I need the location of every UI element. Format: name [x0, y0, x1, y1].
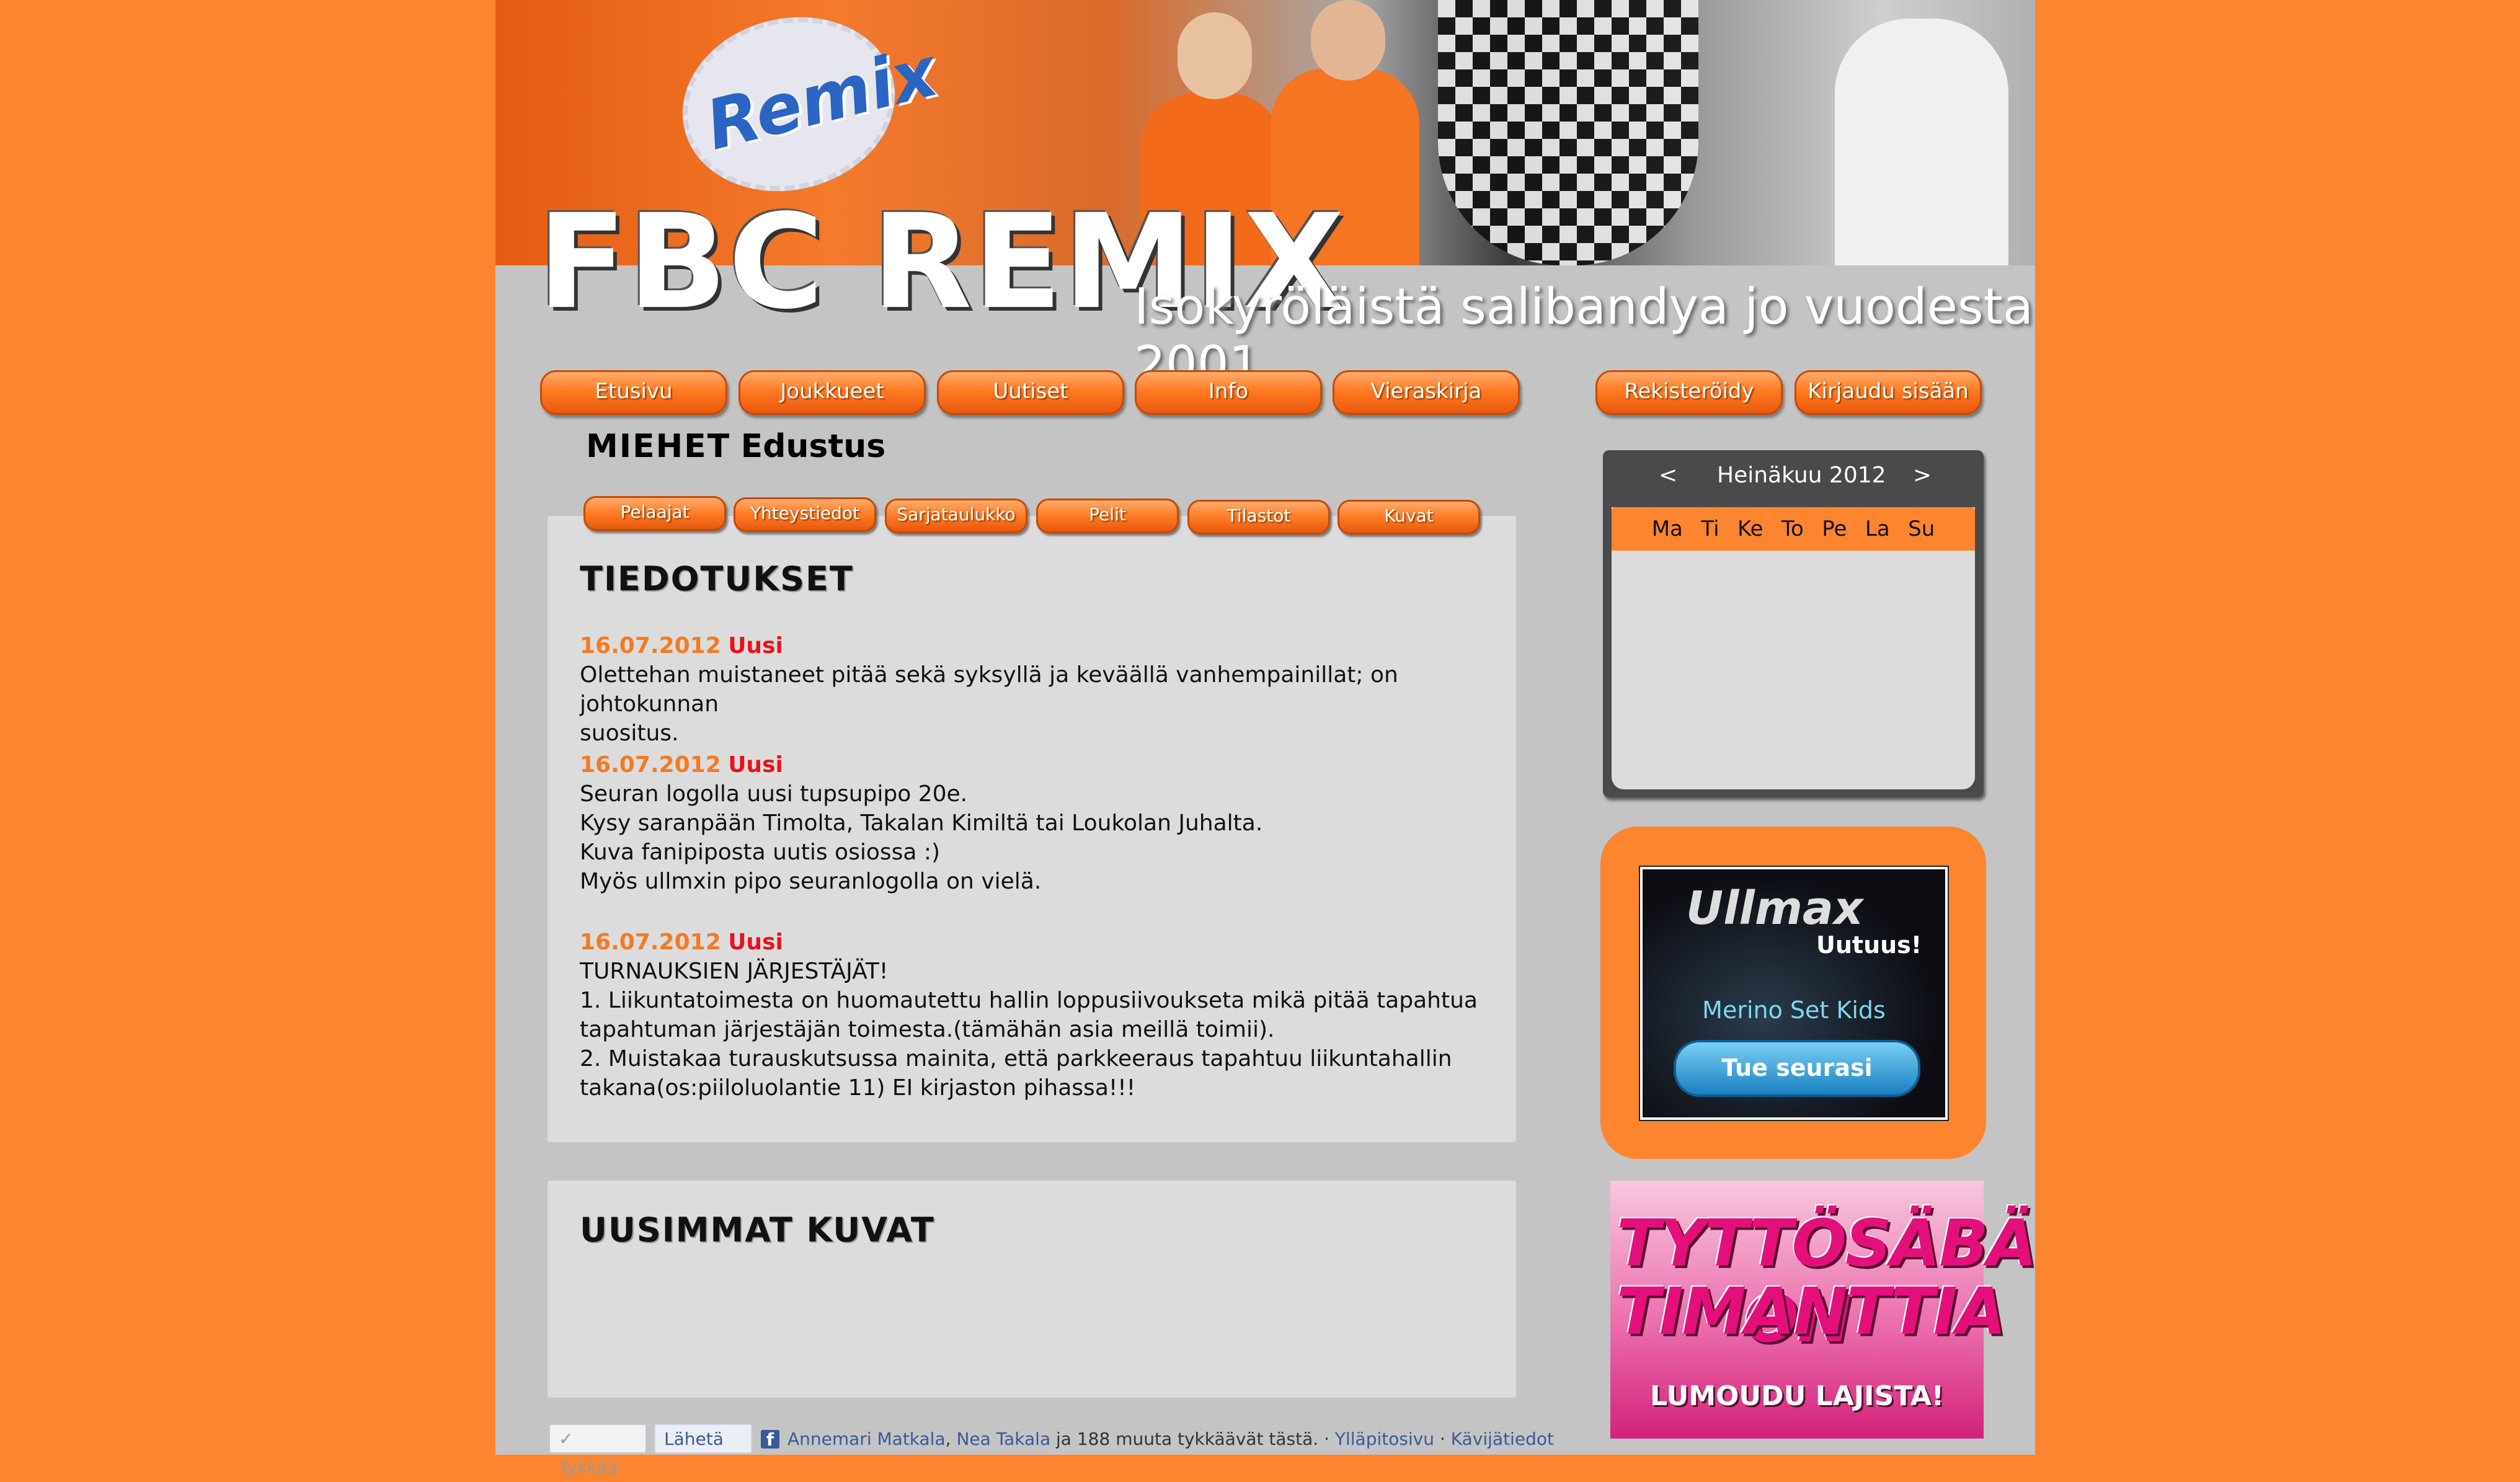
news-new-badge: Uusi [728, 930, 783, 955]
team-name: MIEHET [586, 428, 731, 465]
nav-joukkueet-button[interactable]: Joukkueet [739, 370, 926, 415]
news-line: takana(os:piiloluolantie 11) EI kirjasto… [580, 1075, 1136, 1101]
latest-photos-title: UUSIMMAT KUVAT [580, 1210, 935, 1249]
login-button[interactable]: Kirjaudu sisään [1795, 370, 1982, 415]
announcements-panel: TIEDOTUKSET 16.07.2012 Uusi Olettehan mu… [548, 516, 1516, 1142]
news-line: Kuva fanipiposta uutis osiossa :) [580, 840, 941, 865]
news-item: 16.07.2012 Uusi Seuran logolla uusi tups… [580, 750, 1497, 896]
tab-pelit[interactable]: Pelit [1036, 499, 1179, 533]
weekday-label: Ti [1701, 517, 1719, 541]
weekday-label: To [1781, 517, 1804, 541]
tab-tilastot[interactable]: Tilastot [1187, 500, 1330, 535]
news-line: Seuran logolla uusi tupsupipo 20e. [580, 781, 968, 807]
separator: · [1434, 1429, 1451, 1449]
child-photo [1835, 19, 2008, 265]
weekday-label: Su [1908, 517, 1935, 541]
news-line: suositus. [580, 721, 679, 746]
news-item: 16.07.2012 Uusi Olettehan muistaneet pit… [580, 631, 1497, 748]
facebook-like-button[interactable]: ✓ Tykkää [549, 1424, 647, 1478]
register-button[interactable]: Rekisteröidy [1595, 370, 1783, 415]
news-line: 2. Muistakaa turauskutsussa mainita, ett… [580, 1046, 1452, 1072]
friend-link[interactable]: Annemari Matkala [788, 1429, 946, 1449]
facebook-icon: f [761, 1430, 779, 1450]
ad-headline-line2: TIMANTTIA [1617, 1274, 2006, 1349]
ullmax-product-label: Merino Set Kids [1702, 996, 1886, 1024]
news-date: 16.07.2012 [580, 752, 721, 778]
news-line: Myös ullmxin pipo seuranlogolla on vielä… [580, 869, 1042, 894]
ullmax-ad[interactable]: Ullmax Uutuus! Merino Set Kids Tue seura… [1639, 866, 1949, 1121]
news-meta: 16.07.2012 Uusi [580, 750, 1497, 779]
news-meta: 16.07.2012 Uusi [580, 631, 1497, 660]
ad-tagline: LUMOUDU LAJISTA! [1650, 1380, 1944, 1412]
news-meta: 16.07.2012 Uusi [580, 928, 1497, 957]
news-line: 1. Liikuntatoimesta on huomautettu halli… [580, 988, 1478, 1013]
calendar-header: < Heinäkuu 2012 > [1603, 463, 1984, 494]
player-photo-head [1311, 0, 1385, 81]
tab-yhteystiedot[interactable]: Yhteystiedot [734, 497, 876, 532]
news-line: tapahtuman järjestäjän toimesta.(tämähän… [580, 1017, 1275, 1042]
girls-floorball-ad[interactable]: TYTTÖSÄBÄ ON TIMANTTIA LUMOUDU LAJISTA! [1610, 1181, 2037, 1439]
calendar-prev-button[interactable]: < [1659, 463, 1677, 488]
player-photo-head [1178, 12, 1252, 99]
news-line: Kysy saranpään Timolta, Takalan Kimiltä … [580, 810, 1263, 836]
team-subtitle: Edustus [740, 428, 886, 465]
calendar-weekday-row: Ma Ti Ke To Pe La Su [1612, 507, 1975, 551]
calendar-widget: < Heinäkuu 2012 > Ma Ti Ke To Pe La Su [1603, 450, 1984, 797]
nav-info-button[interactable]: Info [1135, 370, 1322, 415]
tab-kuvat[interactable]: Kuvat [1338, 500, 1480, 535]
club-logo-badge: Remix [663, 0, 944, 213]
ullmax-new-label: Uutuus! [1816, 931, 1922, 959]
weekday-label: La [1865, 517, 1890, 541]
weekday-label: Pe [1822, 517, 1847, 541]
news-date: 16.07.2012 [580, 633, 721, 659]
news-line: Olettehan muistaneet pitää sekä syksyllä… [580, 662, 1398, 717]
support-club-button[interactable]: Tue seurasi [1674, 1040, 1920, 1097]
separator: · [1318, 1429, 1335, 1449]
news-item: 16.07.2012 Uusi TURNAUKSIEN JÄRJESTÄJÄT!… [580, 928, 1497, 1103]
sponsor-ad-frame: Ullmax Uutuus! Merino Set Kids Tue seura… [1600, 827, 1986, 1159]
calendar-body: Ma Ti Ke To Pe La Su [1612, 507, 1975, 789]
likes-count-text: ja 188 muuta tykkäävät tästä. [1050, 1429, 1319, 1449]
visitor-info-link[interactable]: Kävijätiedot [1451, 1429, 1554, 1449]
ullmax-logo: Ullmax [1686, 882, 1863, 935]
news-line: TURNAUKSIEN JÄRJESTÄJÄT! [580, 959, 889, 984]
news-new-badge: Uusi [728, 633, 783, 659]
facebook-send-button[interactable]: Lähetä [654, 1424, 752, 1453]
tab-pelaajat[interactable]: Pelaajat [583, 496, 726, 531]
nav-vieraskirja-button[interactable]: Vieraskirja [1333, 370, 1520, 415]
nav-uutiset-button[interactable]: Uutiset [937, 370, 1124, 415]
facebook-likes-text: Annemari Matkala, Nea Takala ja 188 muut… [788, 1429, 1554, 1449]
calendar-next-button[interactable]: > [1913, 463, 1932, 488]
weekday-label: Ke [1737, 517, 1764, 541]
friend-link[interactable]: Nea Takala [956, 1429, 1050, 1449]
news-date: 16.07.2012 [580, 930, 721, 955]
logo-badge-text: Remix [698, 32, 945, 166]
goalie-helmet-photo [1438, 0, 1698, 265]
admin-page-link[interactable]: Ylläpitosivu [1335, 1429, 1434, 1449]
calendar-month-label: Heinäkuu 2012 [1717, 463, 1886, 488]
separator: , [945, 1429, 957, 1449]
weekday-label: Ma [1651, 517, 1683, 541]
nav-etusivu-button[interactable]: Etusivu [540, 370, 727, 415]
news-new-badge: Uusi [728, 752, 783, 778]
latest-photos-panel: UUSIMMAT KUVAT [548, 1181, 1516, 1398]
announcements-title: TIEDOTUKSET [580, 559, 854, 598]
team-heading: MIEHET Edustus [586, 428, 885, 465]
page-container: Remix FBC REMIX Isokyröläistä salibandya… [495, 0, 2037, 1478]
tab-sarjataulukko[interactable]: Sarjataulukko [885, 499, 1027, 533]
